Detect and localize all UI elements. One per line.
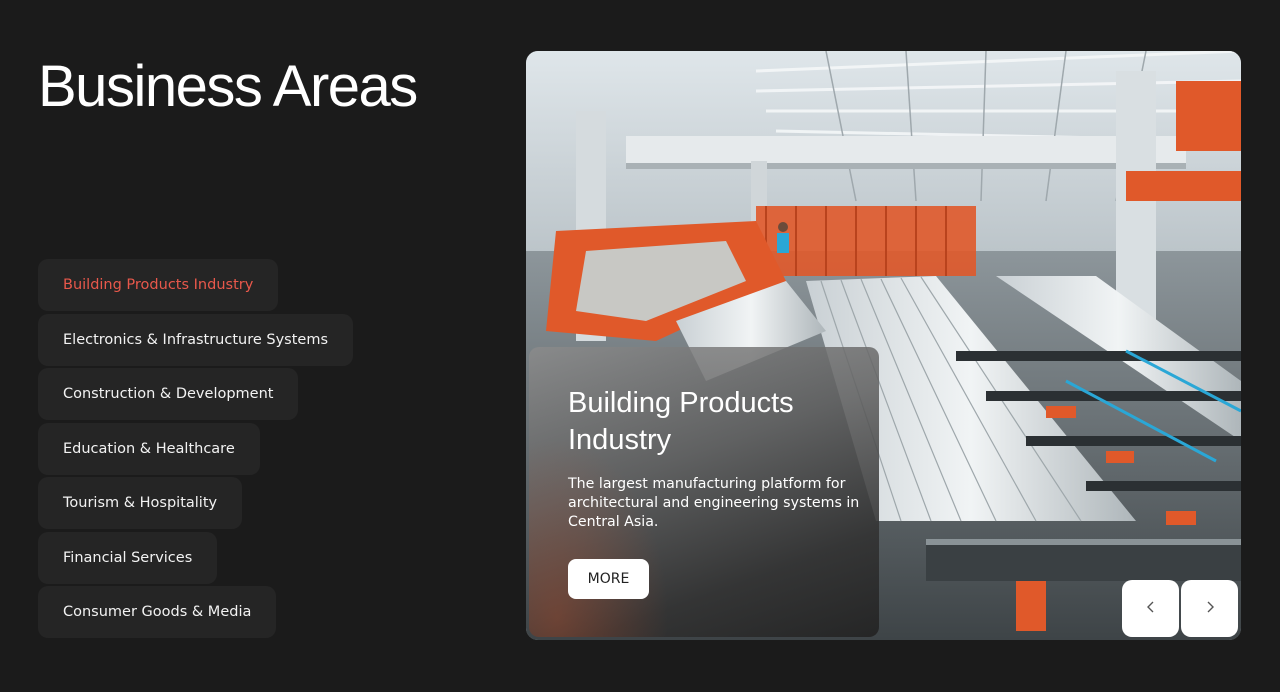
feature-panel: Building Products Industry The largest m…	[526, 51, 1241, 640]
feature-description: The largest manufacturing platform for a…	[568, 476, 860, 530]
next-slide-button[interactable]	[1181, 580, 1238, 637]
feature-title: Building Products Industry	[568, 387, 794, 456]
area-item-education-healthcare[interactable]: Education & Healthcare	[38, 422, 260, 475]
chevron-left-icon	[1144, 598, 1158, 619]
previous-slide-button[interactable]	[1122, 580, 1179, 637]
chevron-right-icon	[1203, 598, 1217, 619]
feature-card: Building Products Industry The largest m…	[529, 347, 879, 637]
business-area-list: Building Products Industry Electronics &…	[38, 259, 354, 638]
more-button[interactable]: MORE	[568, 559, 649, 599]
page-title: Business Areas	[38, 54, 418, 119]
business-areas-page: Business Areas Building Products Industr…	[0, 0, 1280, 692]
area-item-building-products[interactable]: Building Products Industry	[38, 259, 279, 311]
area-item-tourism-hospitality[interactable]: Tourism & Hospitality	[38, 477, 243, 529]
area-item-electronics-infrastructure[interactable]: Electronics & Infrastructure Systems	[38, 313, 354, 366]
area-item-construction-development[interactable]: Construction & Development	[38, 368, 299, 420]
area-item-financial-services[interactable]: Financial Services	[38, 531, 218, 584]
area-item-consumer-goods-media[interactable]: Consumer Goods & Media	[38, 586, 277, 638]
